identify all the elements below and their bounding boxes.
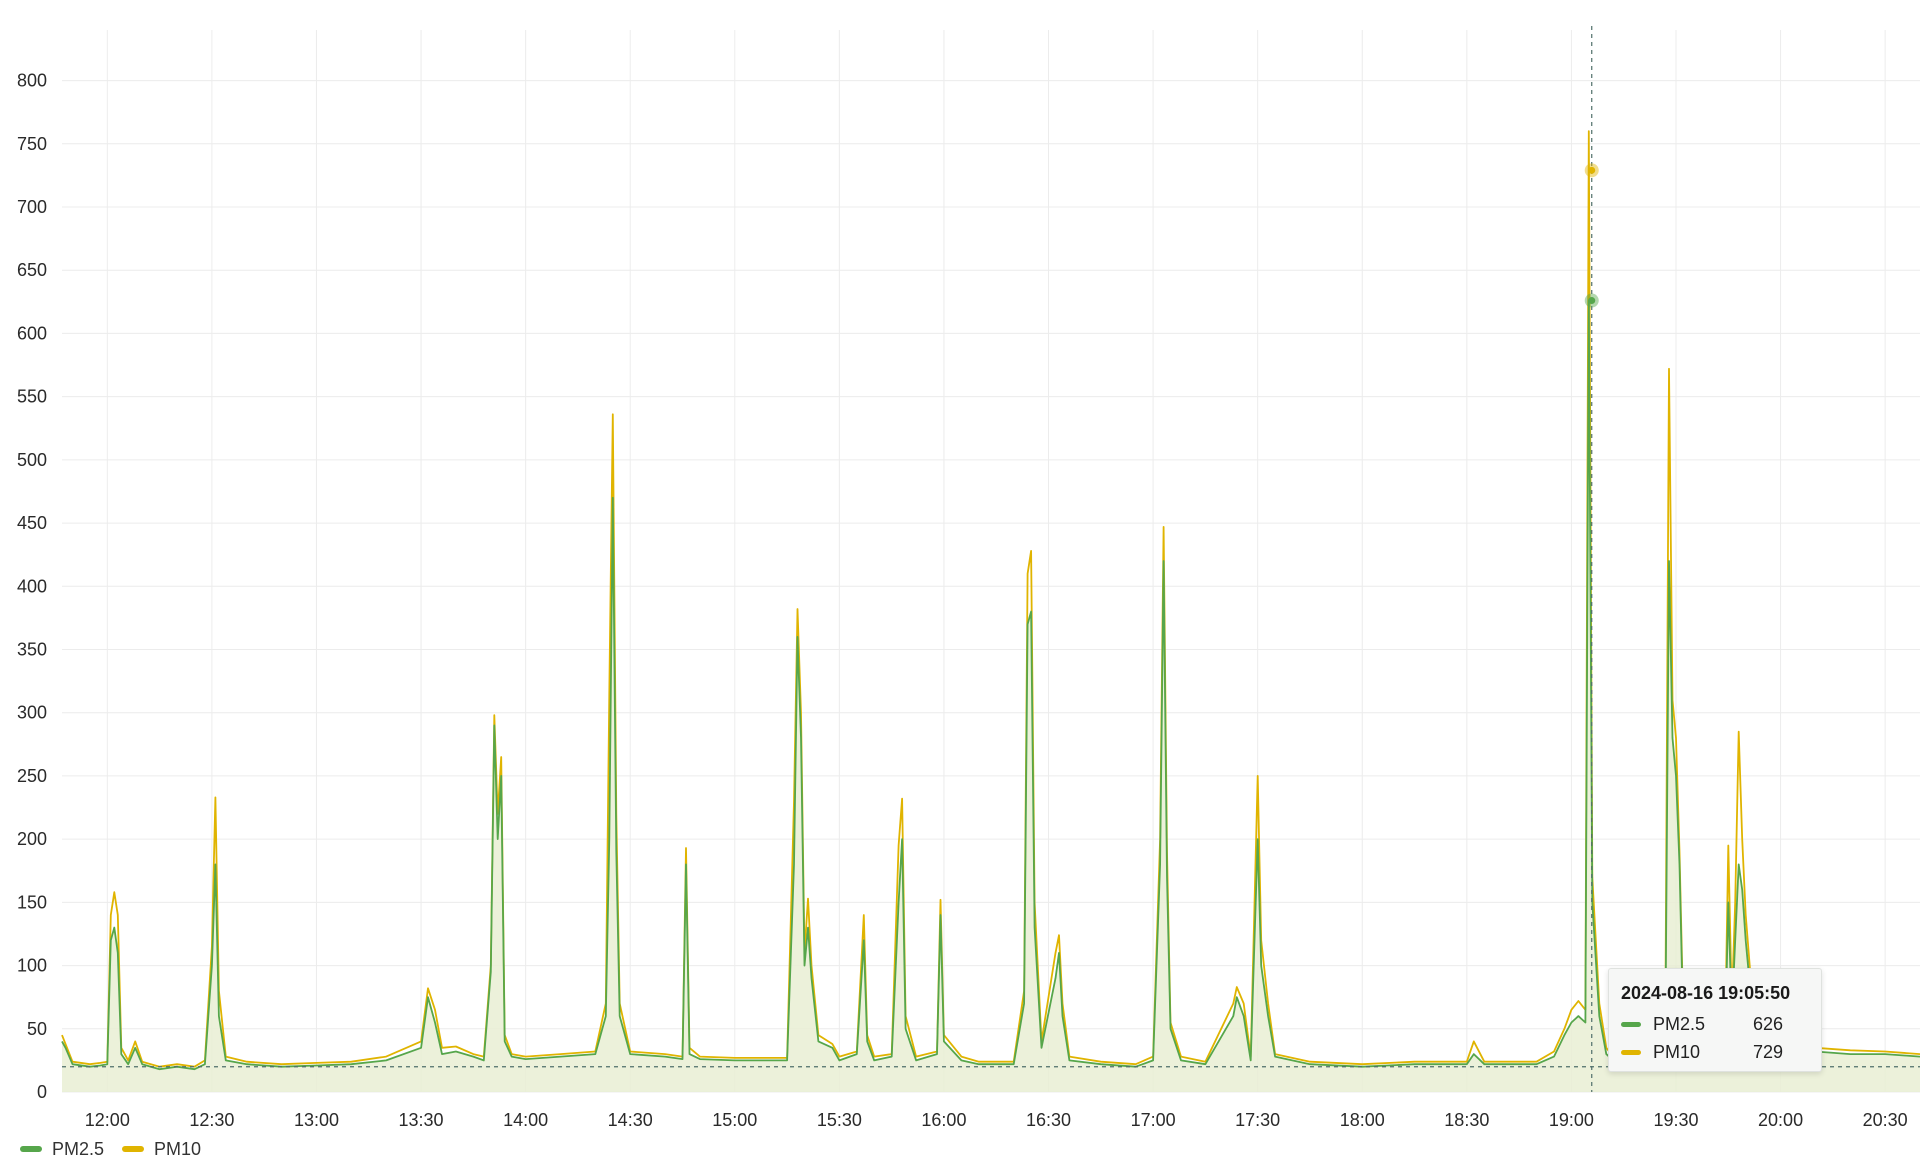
x-tick-label: 14:00 (503, 1110, 548, 1130)
tooltip-row-pm25: PM2.5 626 (1621, 1010, 1821, 1038)
tooltip-time: 2024-08-16 19:05:50 (1621, 983, 1791, 1003)
tooltip-series-name: PM2.5 (1653, 1013, 1706, 1034)
y-tick-label: 650 (17, 260, 47, 280)
tooltip-series-value: 729 (1753, 1041, 1784, 1062)
x-tick-label: 19:30 (1653, 1110, 1698, 1130)
legend-swatch-pm10 (122, 1146, 145, 1152)
x-tick-label: 15:30 (817, 1110, 862, 1130)
x-tick-label: 18:30 (1444, 1110, 1489, 1130)
y-tick-label: 250 (17, 766, 47, 786)
x-tick-label: 12:30 (189, 1110, 234, 1130)
legend-swatch-pm25 (20, 1146, 42, 1152)
hover-tooltip: 2024-08-16 19:05:50 PM2.5 626 PM10 729 (1608, 968, 1822, 1072)
y-tick-label: 100 (17, 956, 47, 976)
series-line-pm25 (61, 299, 1920, 1071)
chart-grid (62, 30, 1920, 1093)
y-tick-label: 200 (17, 829, 47, 849)
chart-legend: PM2.5 PM10 (20, 1137, 219, 1161)
y-tick-label: 0 (37, 1082, 47, 1102)
y-tick-label: 700 (17, 197, 47, 217)
legend-label-pm10: PM10 (154, 1138, 202, 1159)
x-tick-label: 20:00 (1758, 1110, 1803, 1130)
y-tick-label: 450 (17, 513, 47, 533)
crosshair-point-pm10 (1588, 166, 1596, 174)
x-tick-label: 16:00 (921, 1110, 966, 1130)
y-tick-label: 600 (17, 323, 47, 343)
y-tick-label: 350 (17, 640, 47, 660)
x-tick-label: 13:00 (294, 1110, 339, 1130)
x-tick-label: 13:30 (399, 1110, 444, 1130)
tooltip-series-name: PM10 (1653, 1041, 1701, 1062)
y-tick-label: 800 (17, 71, 47, 91)
x-tick-label: 19:00 (1549, 1110, 1594, 1130)
x-tick-label: 20:30 (1863, 1110, 1908, 1130)
tooltip-swatch-pm25 (1621, 1021, 1641, 1027)
x-tick-label: 14:30 (608, 1110, 653, 1130)
y-tick-label: 50 (27, 1019, 47, 1039)
crosshair-point-pm25 (1588, 297, 1596, 305)
chart-area[interactable]: 0 50 100 150 200 250 300 350 400 450 500 550 600 650 7… (0, 0, 1920, 1130)
x-tick-label: 12:00 (85, 1110, 130, 1130)
y-tick-label: 400 (17, 576, 47, 596)
tooltip-swatch-pm10 (1621, 1049, 1641, 1055)
y-tick-label: 750 (17, 134, 47, 154)
x-tick-label: 17:30 (1235, 1110, 1280, 1130)
legend-item-pm25[interactable]: PM2.5 (20, 1139, 104, 1160)
legend-label-pm25: PM2.5 (52, 1138, 105, 1159)
y-tick-label: 550 (17, 387, 47, 407)
x-tick-label: 16:30 (1026, 1110, 1071, 1130)
x-tick-label: 18:00 (1340, 1110, 1385, 1130)
x-tick-label: 15:00 (712, 1110, 757, 1130)
tooltip-row-pm10: PM10 729 (1621, 1038, 1821, 1066)
y-tick-label: 300 (17, 703, 47, 723)
x-tick-label: 17:00 (1131, 1110, 1176, 1130)
tooltip-series-value: 626 (1753, 1013, 1784, 1034)
y-tick-label: 150 (17, 892, 47, 912)
series-line-pm10 (61, 130, 1920, 1068)
series-layer (61, 130, 1920, 1093)
legend-item-pm10[interactable]: PM10 (122, 1139, 201, 1160)
y-tick-label: 500 (17, 450, 47, 470)
chart-svg[interactable]: 0 50 100 150 200 250 300 350 400 450 500 550 600 650 7… (0, 0, 1920, 1130)
